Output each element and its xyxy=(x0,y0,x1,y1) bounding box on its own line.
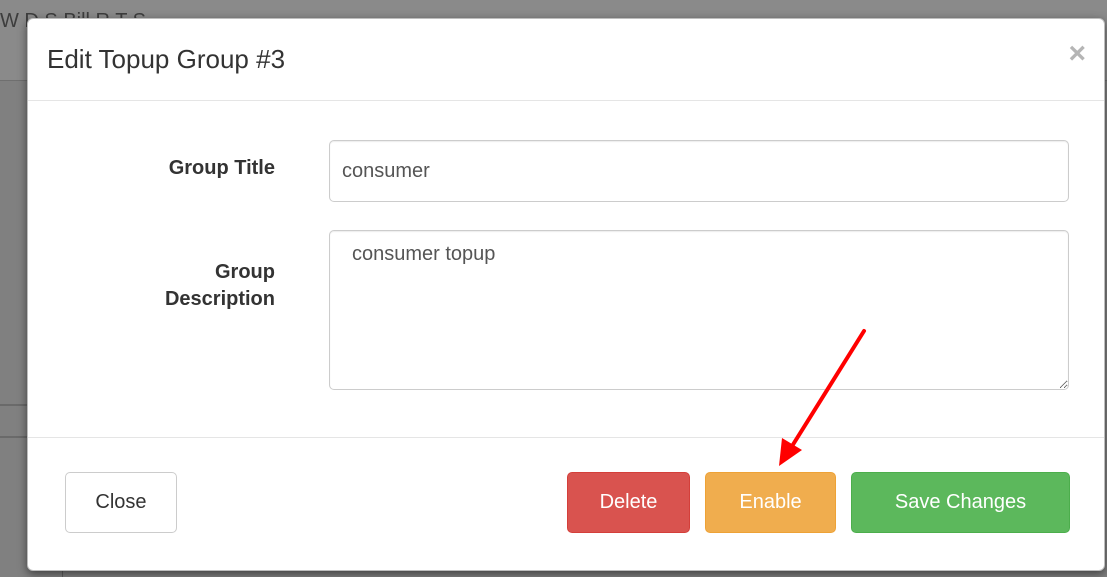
edit-topup-group-modal: Edit Topup Group #3 × Group Title Group … xyxy=(27,18,1105,571)
modal-footer-divider xyxy=(28,437,1104,438)
group-description-textarea[interactable]: consumer topup xyxy=(329,230,1069,390)
save-changes-button[interactable]: Save Changes xyxy=(851,472,1070,533)
close-button[interactable]: Close xyxy=(65,472,177,533)
group-description-label-line1: Group xyxy=(215,261,275,283)
background-divider xyxy=(0,436,30,438)
background-divider xyxy=(0,404,30,406)
modal-title: Edit Topup Group #3 xyxy=(47,44,286,74)
group-description-label-line2: Description xyxy=(164,288,275,310)
group-title-input[interactable] xyxy=(329,140,1069,202)
close-icon[interactable]: × xyxy=(1068,39,1086,69)
enable-button[interactable]: Enable xyxy=(705,472,836,533)
delete-button[interactable]: Delete xyxy=(567,472,690,533)
group-title-label: Group Title xyxy=(168,157,275,179)
group-description-label: Group Description xyxy=(108,259,275,313)
modal-header: Edit Topup Group #3 × xyxy=(28,19,1104,101)
